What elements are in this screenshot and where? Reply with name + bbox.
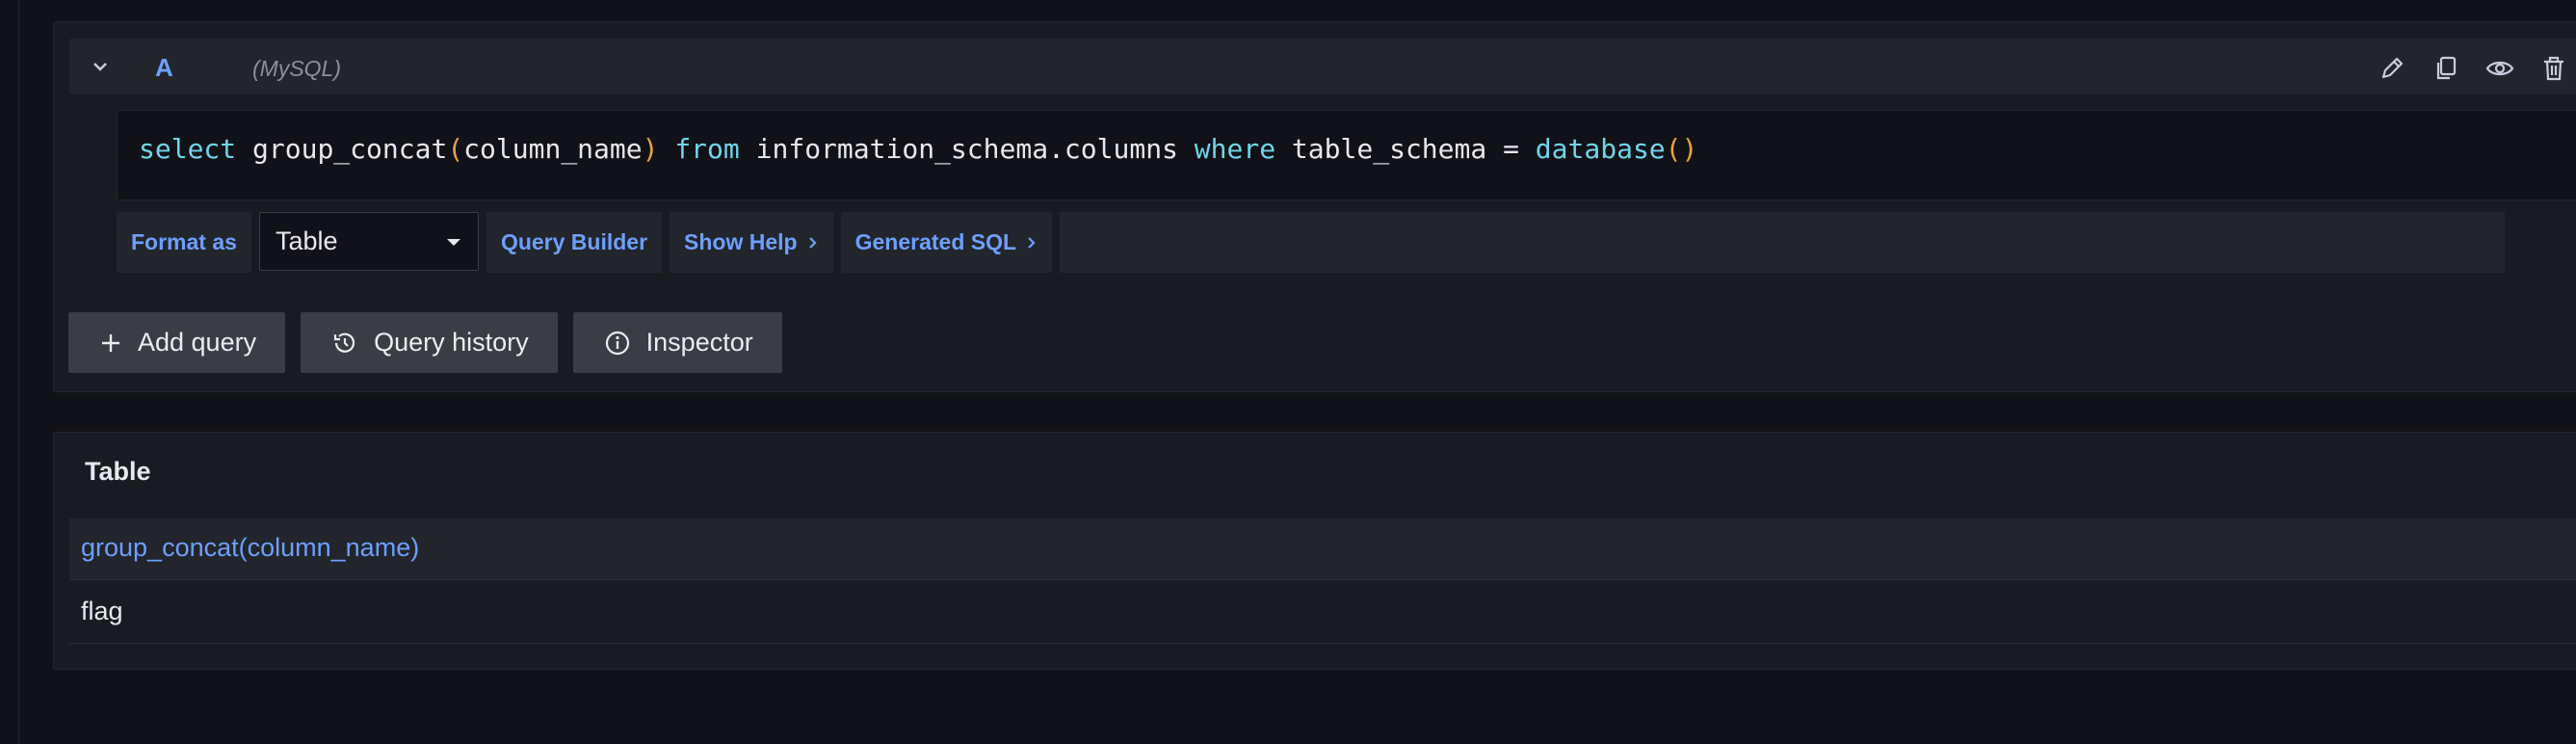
query-builder-button[interactable]: Query Builder bbox=[486, 212, 663, 273]
sql-token: database bbox=[1535, 133, 1666, 165]
sql-token: table_schema = bbox=[1275, 133, 1536, 165]
generated-sql-button[interactable]: Generated SQL bbox=[840, 212, 1053, 273]
sql-token: column_name bbox=[463, 133, 643, 165]
table-cell: flag bbox=[81, 597, 123, 625]
results-title: Table bbox=[85, 457, 151, 486]
sql-token: select bbox=[139, 133, 237, 165]
sql-token: information_schema.columns bbox=[739, 133, 1195, 165]
table-column-header[interactable]: group_concat(column_name) bbox=[81, 533, 419, 563]
query-history-label: Query history bbox=[374, 328, 529, 357]
query-builder-label: Query Builder bbox=[500, 229, 648, 254]
query-actions: Add query Query history Inspector bbox=[68, 312, 782, 373]
query-ref-id[interactable]: A bbox=[155, 53, 173, 83]
sql-code-editor[interactable]: select group_concat(column_name) from in… bbox=[117, 110, 2576, 200]
chevron-down-icon[interactable] bbox=[89, 55, 112, 78]
add-query-label: Add query bbox=[138, 328, 257, 357]
info-icon bbox=[604, 330, 631, 357]
trash-icon[interactable] bbox=[2538, 53, 2569, 84]
sql-token: from bbox=[674, 133, 740, 165]
sql-token: ) bbox=[642, 133, 659, 165]
query-history-button[interactable]: Query history bbox=[301, 312, 558, 373]
format-as-value: Table bbox=[275, 226, 338, 255]
sql-token: group_concat bbox=[236, 133, 448, 165]
caret-down-icon bbox=[445, 236, 462, 248]
show-help-button[interactable]: Show Help bbox=[670, 212, 833, 273]
sql-token: ) bbox=[1681, 133, 1698, 165]
sql-token: ( bbox=[1665, 133, 1682, 165]
plus-icon bbox=[99, 332, 122, 355]
sql-token: where bbox=[1194, 133, 1276, 165]
eye-icon[interactable] bbox=[2484, 53, 2515, 84]
sql-token: ( bbox=[447, 133, 464, 165]
chevron-right-icon bbox=[807, 235, 819, 251]
inspector-button[interactable]: Inspector bbox=[572, 312, 782, 373]
generated-sql-label: Generated SQL bbox=[854, 229, 1017, 254]
show-help-label: Show Help bbox=[684, 229, 798, 254]
query-row-actions bbox=[2377, 53, 2569, 84]
table-header-row: group_concat(column_name) bbox=[69, 518, 2576, 580]
add-query-button[interactable]: Add query bbox=[68, 312, 286, 373]
table-row: flag bbox=[69, 582, 2576, 644]
chevron-right-icon bbox=[1026, 235, 1038, 251]
duplicate-icon[interactable] bbox=[2431, 53, 2461, 84]
inspector-label: Inspector bbox=[645, 328, 753, 357]
format-as-select[interactable]: Table bbox=[258, 212, 479, 271]
history-icon bbox=[331, 330, 358, 357]
pencil-icon[interactable] bbox=[2377, 53, 2407, 84]
left-rail bbox=[0, 0, 19, 744]
toolbar-spacer bbox=[1060, 212, 2506, 273]
query-row-header: A (MySQL) bbox=[69, 39, 2576, 94]
format-as-label: Format as bbox=[117, 212, 251, 273]
query-toolbar: Format as Table Query Builder Show Help … bbox=[117, 212, 2506, 273]
results-panel: Table group_concat(column_name) flag bbox=[53, 432, 2576, 670]
datasource-name: (MySQL) bbox=[252, 56, 341, 81]
